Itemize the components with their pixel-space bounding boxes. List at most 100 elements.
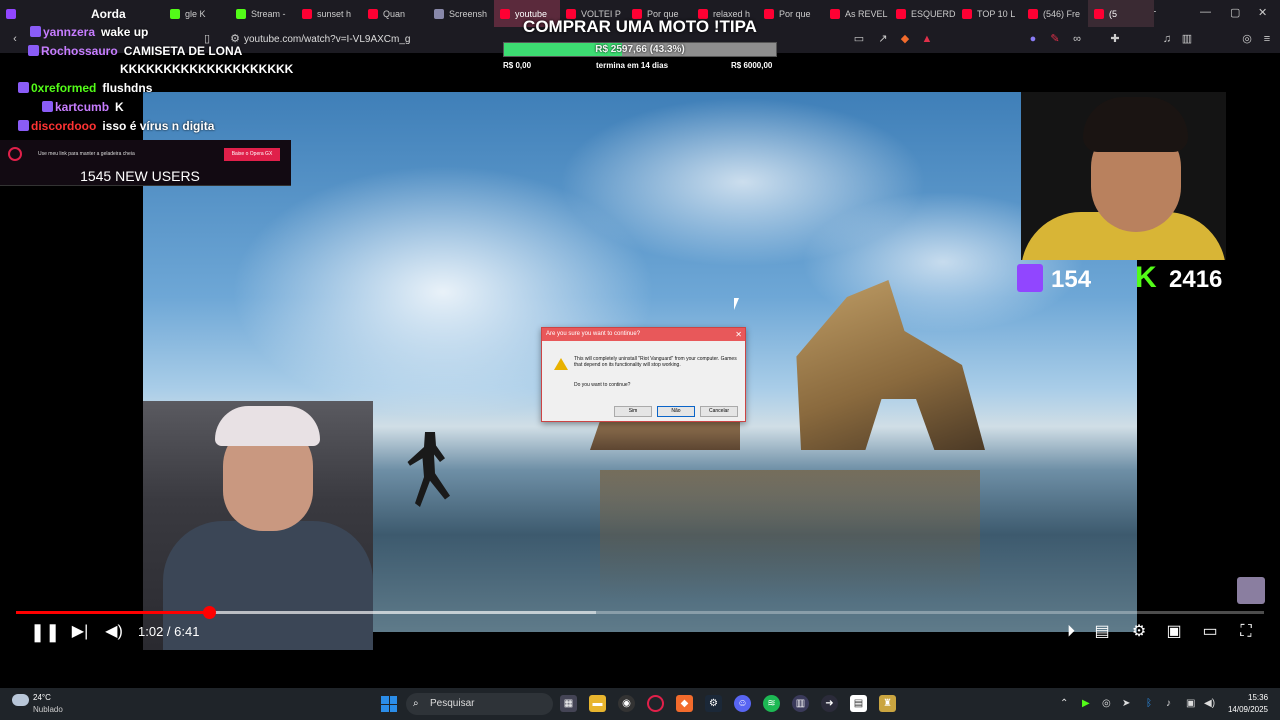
bluetooth-icon[interactable]: ᛒ (1146, 698, 1152, 709)
close-icon[interactable]: ✕ (735, 328, 742, 341)
browser-tab[interactable]: Screensh (428, 0, 494, 27)
extension-icon[interactable]: ● (1026, 32, 1040, 46)
extensions-icon[interactable]: ✚ (1108, 32, 1122, 46)
chat-text: isso é vírus n digita (102, 118, 215, 133)
vpn-icon[interactable]: ◎ (1240, 32, 1254, 46)
spotify-icon[interactable]: ≋ (763, 695, 780, 712)
chat-username: 0xreformed (31, 80, 97, 95)
chat-text: flushdns (102, 80, 153, 95)
tab-label: (546) Fre (1043, 8, 1081, 19)
yes-button[interactable]: Sim (614, 406, 652, 417)
speaker-icon[interactable]: ◀) (1204, 698, 1215, 709)
tab-favicon-icon (962, 8, 972, 19)
opera-logo-icon (8, 147, 22, 161)
cancel-button[interactable]: Cancelar (700, 406, 738, 417)
screen-icon[interactable]: ▭ (852, 32, 866, 46)
tray-app-icon[interactable]: ➤ (1122, 698, 1130, 709)
close-window-icon[interactable]: ✕ (1258, 6, 1267, 19)
tray-app-icon[interactable]: ◎ (1102, 698, 1111, 709)
tab-label: As REVEL (845, 8, 888, 19)
fullscreen-icon[interactable]: ⛶ (1236, 621, 1256, 643)
theater-mode-icon[interactable]: ▭ (1200, 621, 1220, 643)
maximize-icon[interactable]: ▢ (1230, 6, 1240, 19)
weather-temperature[interactable]: 24°C (33, 693, 51, 702)
settings-icon[interactable]: ⚙ (1128, 621, 1150, 643)
browser-tab[interactable]: Quan (362, 0, 428, 27)
promo-download-button[interactable]: Baixe o Opera GX (224, 148, 280, 161)
steam-icon[interactable]: ⚙ (705, 695, 722, 712)
menu-icon[interactable]: ≡ (1260, 32, 1274, 46)
discord-icon[interactable]: ☺ (734, 695, 751, 712)
autoplay-toggle-icon[interactable]: ⏵ (1060, 621, 1082, 643)
tray-app-icon[interactable]: ▶ (1082, 698, 1090, 709)
browser-tab[interactable]: ESQUERD (890, 0, 956, 27)
chat-username: kartcumb (55, 99, 110, 114)
app-icon[interactable]: ➜ (821, 695, 838, 712)
app-icon[interactable]: ▥ (792, 695, 809, 712)
extension-icon[interactable]: ✎ (1048, 32, 1062, 46)
brave-shield-icon[interactable]: ◆ (898, 32, 912, 46)
tab-label: ESQUERD (911, 8, 956, 19)
next-icon[interactable]: ▶| (70, 621, 90, 643)
reactor-webcam (1021, 92, 1226, 260)
tab-favicon-icon (434, 8, 444, 19)
warning-icon (554, 358, 568, 370)
tray-overflow-icon[interactable]: ⌃ (1060, 698, 1068, 709)
tab-favicon-icon (170, 8, 180, 19)
obs-icon[interactable]: ◉ (618, 695, 635, 712)
browser-tab[interactable]: TOP 10 L (956, 0, 1022, 27)
mouse-cursor-icon (734, 298, 739, 310)
taskbar-search[interactable]: Pesquisar (406, 693, 553, 715)
miniplayer-icon[interactable]: ▣ (1164, 621, 1184, 643)
rewards-icon[interactable]: ▲ (920, 32, 934, 46)
clock-date[interactable]: 14/09/2025 (1226, 705, 1268, 714)
channel-watermark[interactable] (1237, 577, 1265, 604)
twitch-badge-icon (18, 82, 29, 93)
brave-icon[interactable]: ◆ (676, 695, 693, 712)
pause-icon[interactable]: ❚❚ (30, 621, 60, 643)
dialog-question: Do you want to continue? (574, 382, 631, 388)
browser-tab[interactable]: gle K (164, 0, 230, 27)
tab-label: gle K (185, 8, 206, 19)
browser-tab[interactable]: Aorda (0, 0, 164, 27)
no-button[interactable]: Não (657, 406, 695, 417)
url-field[interactable]: youtube.com/watch?v=I-VL9AXCm_g (222, 30, 502, 50)
cloud-icon[interactable] (12, 694, 29, 706)
browser-tab[interactable]: (5 (1088, 0, 1154, 27)
volume-icon[interactable]: ◀) (104, 621, 124, 643)
tab-favicon-icon (368, 8, 378, 19)
water-reflection (600, 470, 980, 600)
network-icon[interactable]: ▣ (1186, 698, 1195, 709)
back-icon[interactable]: ‹ (8, 32, 22, 46)
opera-gx-icon[interactable] (647, 695, 664, 712)
app-icon[interactable]: ♜ (879, 695, 896, 712)
subtitles-icon[interactable]: ▤ (1092, 621, 1112, 643)
clock-time[interactable]: 15:36 (1248, 693, 1268, 702)
task-view-icon[interactable]: ▦ (560, 695, 577, 712)
minimize-icon[interactable]: — (1200, 6, 1211, 18)
twitch-viewer-count: 154 (1051, 266, 1092, 293)
browser-tab[interactable]: As REVEL (824, 0, 890, 27)
windows-start-icon[interactable] (381, 696, 397, 712)
browser-tab[interactable]: Stream - (230, 0, 296, 27)
browser-tab[interactable]: (546) Fre (1022, 0, 1088, 27)
chat-message: kartcumb K (42, 97, 124, 116)
chat-message: KKKKKKKKKKKKKKKKKKKK (120, 59, 293, 78)
share-icon[interactable]: ↗ (876, 32, 890, 46)
microphone-icon[interactable]: ♪ (1166, 698, 1171, 709)
tab-favicon-icon (302, 8, 312, 19)
sidebar-icon[interactable]: ▥ (1180, 32, 1194, 46)
browser-tab[interactable]: sunset h (296, 0, 362, 27)
file-explorer-icon[interactable]: ▬ (589, 695, 606, 712)
extension-icon[interactable]: ∞ (1070, 32, 1084, 46)
tab-favicon-icon (236, 8, 246, 19)
tab-label: Aorda (91, 6, 126, 21)
weather-condition[interactable]: Nublado (33, 705, 63, 714)
media-icon[interactable]: ♫ (1160, 32, 1174, 46)
kick-icon: K (1135, 261, 1157, 294)
notepad-icon[interactable]: ▤ (850, 695, 867, 712)
goal-progress-bar: R$ 2597,66 (43.3%) (503, 42, 777, 57)
tab-favicon-icon (1094, 8, 1104, 19)
chat-text: CAMISETA DE LONA (123, 43, 243, 58)
chat-username: Rochossauro (41, 43, 118, 58)
